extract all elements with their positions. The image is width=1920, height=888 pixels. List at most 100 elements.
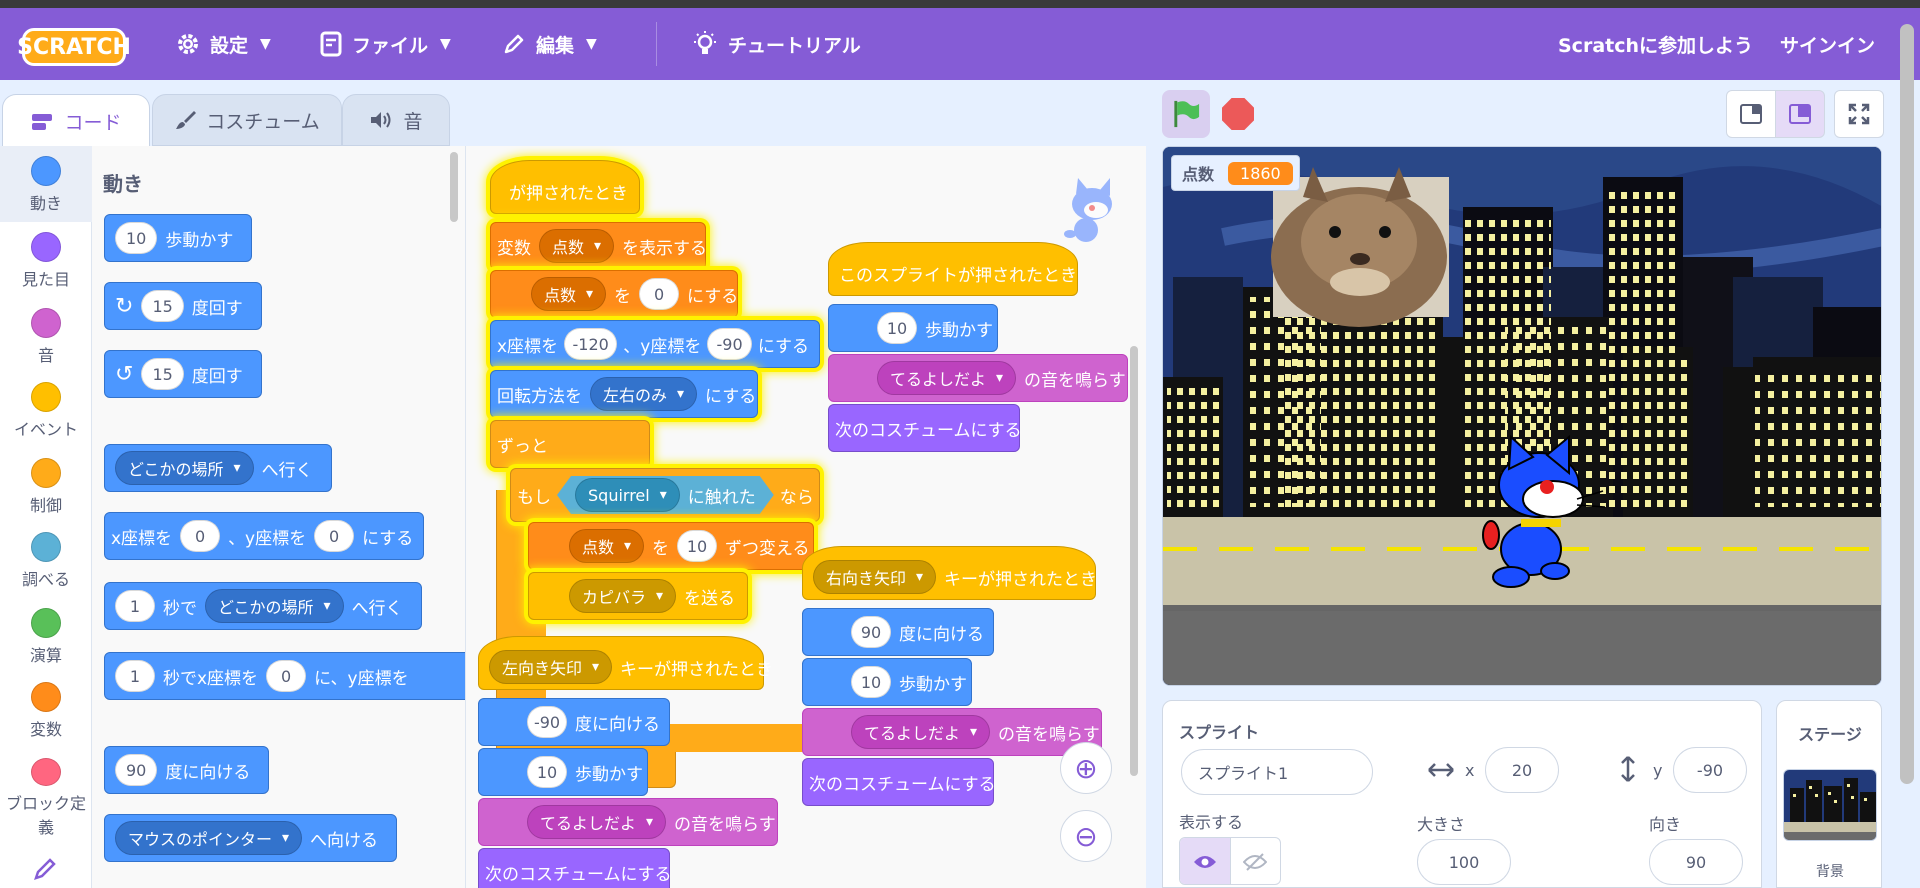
direction-input[interactable]: 90: [115, 754, 158, 786]
steps-input[interactable]: 10: [877, 312, 917, 344]
message-dropdown[interactable]: カピバラ: [569, 579, 677, 613]
degrees-input[interactable]: 15: [141, 358, 184, 390]
code-workspace[interactable]: が押されたとき 変数 点数 を表示する 点数 を 0 にする x座標を -120…: [466, 146, 1146, 888]
block-when-flag-clicked[interactable]: が押されたとき: [490, 160, 640, 214]
tab-costume[interactable]: コスチューム: [152, 94, 342, 146]
block-if[interactable]: もし Squirrel に触れた なら: [510, 468, 820, 522]
stage-canvas[interactable]: 点数 1860: [1162, 146, 1882, 686]
small-stage-button[interactable]: [1726, 90, 1776, 138]
y-position-input[interactable]: -90: [1673, 747, 1747, 793]
block-move-steps[interactable]: 10 歩動かす: [104, 214, 253, 262]
stop-button[interactable]: [1222, 98, 1254, 130]
touching-condition[interactable]: Squirrel に触れた: [557, 476, 774, 514]
touching-target-dropdown[interactable]: Squirrel: [575, 478, 680, 512]
tab-sound[interactable]: 音: [342, 94, 450, 146]
page-scrollbar[interactable]: [1900, 24, 1914, 784]
category-looks[interactable]: 見た目: [0, 222, 92, 298]
direction-input[interactable]: -90: [527, 706, 567, 738]
block-when-key-pressed[interactable]: 左向き矢印 キーが押されたとき: [478, 636, 773, 690]
x-input[interactable]: 0: [266, 660, 307, 692]
block-next-costume[interactable]: 次のコスチュームにする: [478, 848, 672, 888]
eyedropper-icon[interactable]: [32, 854, 60, 886]
fullscreen-button[interactable]: [1834, 90, 1884, 138]
key-dropdown[interactable]: 左向き矢印: [489, 650, 613, 684]
zoom-out-button[interactable]: ⊖: [1060, 810, 1112, 862]
target-dropdown[interactable]: マウスのポインター: [115, 821, 303, 855]
block-glide-to[interactable]: 1 秒で どこかの場所 へ行く: [104, 582, 422, 630]
y-input[interactable]: -90: [707, 328, 752, 360]
category-motion[interactable]: 動き: [0, 146, 92, 222]
block-broadcast[interactable]: カピバラ を送る: [528, 572, 748, 620]
palette-scrollbar[interactable]: [450, 152, 458, 222]
block-next-costume[interactable]: 次のコスチュームにする: [802, 758, 996, 806]
size-input[interactable]: 100: [1417, 839, 1511, 885]
block-point-direction[interactable]: -90 度に向ける: [478, 698, 670, 746]
sprite-name-input[interactable]: スプライト1: [1181, 749, 1373, 795]
edit-menu[interactable]: 編集 ▼: [502, 8, 597, 80]
block-show-variable[interactable]: 変数 点数 を表示する: [490, 222, 707, 270]
sound-dropdown[interactable]: てるよしだよ: [851, 715, 991, 749]
block-go-to-xy[interactable]: x座標を 0 、y座標を 0 にする: [104, 512, 425, 560]
category-variables[interactable]: 変数: [0, 672, 92, 748]
block-play-sound[interactable]: てるよしだよ の音を鳴らす: [802, 708, 1102, 756]
x-input[interactable]: 0: [180, 520, 221, 552]
block-set-rotation-style[interactable]: 回転方法を 左右のみ にする: [490, 370, 758, 418]
scratch-logo[interactable]: SCRATCH: [17, 28, 131, 66]
category-control[interactable]: 制御: [0, 448, 92, 524]
green-flag-button[interactable]: [1162, 90, 1210, 138]
block-go-to[interactable]: どこかの場所へ行く: [104, 444, 332, 492]
seconds-input[interactable]: 1: [115, 590, 155, 622]
target-dropdown[interactable]: どこかの場所: [115, 451, 254, 485]
workspace-scrollbar[interactable]: [1130, 346, 1138, 776]
value-input[interactable]: 0: [639, 278, 680, 310]
steps-input[interactable]: 10: [527, 756, 567, 788]
show-button[interactable]: [1180, 838, 1230, 884]
key-dropdown[interactable]: 右向き矢印: [813, 560, 937, 594]
block-move-steps[interactable]: 10 歩動かす: [828, 304, 998, 352]
variable-dropdown[interactable]: 点数: [539, 229, 615, 263]
y-input[interactable]: 0: [314, 520, 355, 552]
sign-in-link[interactable]: サインイン: [1780, 8, 1875, 80]
block-forever[interactable]: ずっと: [490, 420, 650, 468]
category-my-blocks[interactable]: ブロック定義: [0, 748, 92, 838]
block-glide-to-xy[interactable]: 1 秒でx座標を 0 に、y座標を: [104, 652, 465, 700]
degrees-input[interactable]: 15: [141, 290, 184, 322]
stage-selector[interactable]: ステージ 背景: [1776, 700, 1882, 888]
x-input[interactable]: -120: [564, 328, 618, 360]
category-events[interactable]: イベント: [0, 372, 92, 448]
seconds-input[interactable]: 1: [115, 660, 155, 692]
file-menu[interactable]: ファイル ▼: [320, 8, 451, 80]
block-change-variable[interactable]: 点数 を 10 ずつ変える: [528, 522, 814, 570]
variable-dropdown[interactable]: 点数: [531, 277, 607, 311]
category-sensing[interactable]: 調べる: [0, 522, 92, 598]
variable-dropdown[interactable]: 点数: [569, 529, 645, 563]
x-position-input[interactable]: 20: [1485, 747, 1559, 793]
block-move-steps[interactable]: 10 歩動かす: [478, 748, 648, 796]
block-point-direction[interactable]: 90 度に向ける: [104, 746, 270, 794]
block-move-steps[interactable]: 10 歩動かす: [802, 658, 972, 706]
tutorial-button[interactable]: チュートリアル: [692, 8, 861, 80]
steps-input[interactable]: 10: [115, 222, 158, 254]
block-play-sound[interactable]: てるよしだよ の音を鳴らす: [828, 354, 1128, 402]
direction-input[interactable]: 90: [1649, 839, 1743, 885]
settings-menu[interactable]: 設定 ▼: [176, 8, 271, 80]
block-turn-right[interactable]: ↻ 15 度回す: [104, 282, 262, 330]
block-play-sound[interactable]: てるよしだよ の音を鳴らす: [478, 798, 778, 846]
block-next-costume[interactable]: 次のコスチュームにする: [828, 404, 1022, 452]
variable-monitor[interactable]: 点数 1860: [1171, 155, 1300, 191]
normal-stage-button[interactable]: [1775, 90, 1825, 138]
block-point-towards[interactable]: マウスのポインターへ向ける: [104, 814, 398, 862]
value-input[interactable]: 10: [677, 530, 718, 562]
block-when-key-pressed[interactable]: 右向き矢印 キーが押されたとき: [802, 546, 1097, 600]
block-point-direction[interactable]: 90 度に向ける: [802, 608, 994, 656]
category-operators[interactable]: 演算: [0, 598, 92, 674]
category-sound[interactable]: 音: [0, 298, 92, 374]
sound-dropdown[interactable]: てるよしだよ: [527, 805, 667, 839]
block-go-to-xy[interactable]: x座標を -120 、y座標を -90 にする: [490, 320, 820, 368]
steps-input[interactable]: 10: [851, 666, 891, 698]
rotation-dropdown[interactable]: 左右のみ: [590, 377, 698, 411]
backdrop-thumbnail[interactable]: [1783, 769, 1877, 841]
block-set-variable[interactable]: 点数 を 0 にする: [490, 270, 738, 318]
block-when-sprite-clicked[interactable]: このスプライトが押されたとき: [828, 242, 1078, 296]
sound-dropdown[interactable]: てるよしだよ: [877, 361, 1017, 395]
